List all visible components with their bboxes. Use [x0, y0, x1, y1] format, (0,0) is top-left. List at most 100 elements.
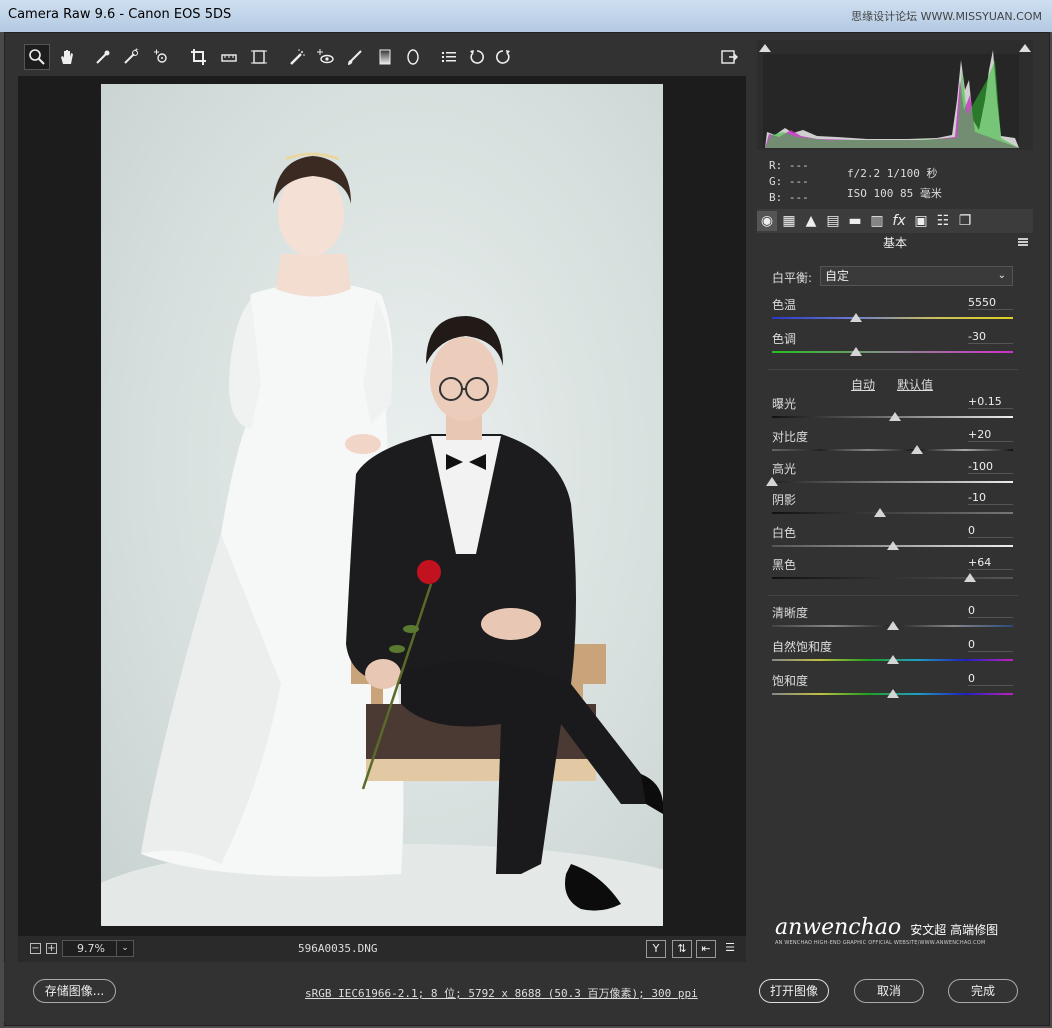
watermark: 思缘设计论坛 WWW.MISSYUAN.COM [851, 10, 1042, 23]
slider-value-input[interactable]: 5550 [968, 296, 1013, 310]
spot-removal-icon[interactable] [284, 44, 310, 70]
white-balance-select[interactable]: 自定 ⌄ [820, 266, 1013, 286]
iso-focal: ISO 100 85 毫米 [847, 187, 942, 200]
slider-value-input[interactable]: 0 [968, 638, 1013, 652]
rotate-left-icon[interactable] [464, 44, 490, 70]
slider-track[interactable] [772, 317, 1013, 319]
presets-tab-icon[interactable]: ☷ [933, 211, 953, 231]
copy-settings-icon[interactable]: ⇤ [696, 940, 716, 958]
slider-thumb[interactable] [886, 689, 899, 698]
radial-filter-icon[interactable] [400, 44, 426, 70]
color-sampler-icon[interactable]: + [118, 44, 144, 70]
brand-logo: anwenchao 安文超 高端修图 AN WENCHAO HIGH-END G… [775, 915, 1005, 949]
slider-thumb[interactable] [886, 541, 899, 550]
cancel-button[interactable]: 取消 [854, 979, 924, 1003]
slider-label: 色温 [772, 298, 797, 312]
rotate-right-icon[interactable] [490, 44, 516, 70]
g-readout: G: --- [769, 175, 809, 188]
brand-chinese: 安文超 高端修图 [910, 923, 999, 937]
slider-value-input[interactable]: -10 [968, 491, 1013, 505]
split-toning-tab-icon[interactable]: ▬ [845, 211, 865, 231]
hand-tool-icon[interactable] [54, 44, 80, 70]
brand-tagline: AN WENCHAO HIGH-END GRAPHIC OFFICIAL WEB… [775, 940, 986, 946]
b-readout: B: --- [769, 191, 809, 204]
slider-track[interactable] [772, 512, 1013, 514]
slider-track[interactable] [772, 449, 1013, 451]
auto-link[interactable]: 自动 [851, 376, 875, 393]
slider-value-input[interactable]: 0 [968, 672, 1013, 686]
detail-tab-icon[interactable]: ▲ [801, 211, 821, 231]
zoom-tool-icon[interactable] [24, 44, 50, 70]
panel-menu-icon[interactable] [1018, 238, 1028, 246]
photo-illustration [101, 152, 663, 926]
fullscreen-icon[interactable] [716, 44, 742, 70]
slider-label: 阴影 [772, 493, 797, 507]
red-eye-icon[interactable] [312, 44, 338, 70]
slider-label: 白色 [772, 526, 797, 540]
slider-label: 高光 [772, 462, 797, 476]
slider-track[interactable] [772, 351, 1013, 353]
status-bar: − + 9.7% ⌄ 596A0035.DNG Y ⇅ ⇤ ☰ [18, 936, 746, 962]
white-balance-label: 白平衡: [772, 271, 813, 285]
slider-value-input[interactable]: +20 [968, 428, 1013, 442]
preferences-list-icon[interactable] [436, 44, 462, 70]
slider-value-input[interactable]: -100 [968, 460, 1013, 474]
white-balance-icon[interactable] [90, 44, 116, 70]
slider-thumb[interactable] [850, 347, 863, 356]
basic-tab-icon[interactable]: ◉ [757, 211, 777, 231]
divider [768, 595, 1018, 596]
toggle-settings-icon[interactable]: ☰ [720, 940, 740, 958]
crop-icon[interactable] [186, 44, 212, 70]
zoom-level-value: 9.7% [77, 942, 105, 955]
slider-track[interactable] [772, 481, 1013, 483]
camera-calibration-tab-icon[interactable]: ▣ [911, 211, 931, 231]
slider-thumb[interactable] [886, 655, 899, 664]
slider-label: 饱和度 [772, 674, 809, 688]
before-after-view-button[interactable]: Y [646, 940, 666, 958]
save-image-button[interactable]: 存储图像... [33, 979, 116, 1003]
swap-settings-icon[interactable]: ⇅ [672, 940, 692, 958]
slider-label: 色调 [772, 332, 797, 346]
snapshots-tab-icon[interactable]: ❐ [955, 211, 975, 231]
slider-value-input[interactable]: 0 [968, 604, 1013, 618]
zoom-out-button[interactable]: − [30, 943, 41, 954]
lens-corrections-tab-icon[interactable]: ▥ [867, 211, 887, 231]
slider-thumb[interactable] [888, 412, 901, 421]
zoom-in-button[interactable]: + [46, 943, 57, 954]
slider-value-input[interactable]: -30 [968, 330, 1013, 344]
tone-curve-tab-icon[interactable]: ▦ [779, 211, 799, 231]
histogram [757, 40, 1033, 150]
hsl-tab-icon[interactable]: ▤ [823, 211, 843, 231]
preview-image[interactable] [101, 84, 663, 926]
open-image-button[interactable]: 打开图像 [759, 979, 829, 1003]
camera-info: R: --- G: --- B: --- f/2.2 1/100 秒 ISO 1… [757, 152, 1033, 208]
toolbar: + [18, 41, 746, 74]
zoom-level-select[interactable]: 9.7% ⌄ [62, 940, 134, 957]
slider-label: 曝光 [772, 397, 797, 411]
slider-thumb[interactable] [850, 313, 863, 322]
adjustment-brush-icon[interactable] [342, 44, 368, 70]
white-balance-value: 自定 [825, 269, 850, 283]
slider-thumb[interactable] [910, 445, 923, 454]
graduated-filter-icon[interactable] [372, 44, 398, 70]
workflow-options-link[interactable]: sRGB IEC61966-2.1; 8 位; 5792 x 8688 (50.… [305, 985, 698, 1001]
slider-thumb[interactable] [886, 621, 899, 630]
panel-tabs: ◉ ▦ ▲ ▤ ▬ ▥ fx ▣ ☷ ❐ [757, 209, 1033, 233]
effects-tab-icon[interactable]: fx [889, 211, 909, 231]
slider-value-input[interactable]: 0 [968, 524, 1013, 538]
slider-track[interactable] [772, 577, 1013, 579]
slider-thumb[interactable] [766, 477, 778, 486]
slider-value-input[interactable]: +0.15 [968, 395, 1013, 409]
transform-icon[interactable] [246, 44, 272, 70]
done-button[interactable]: 完成 [948, 979, 1018, 1003]
slider-thumb[interactable] [874, 508, 887, 517]
slider-thumb[interactable] [963, 573, 976, 582]
straighten-icon[interactable] [216, 44, 242, 70]
default-link[interactable]: 默认值 [897, 376, 933, 393]
title-bar: Camera Raw 9.6 - Canon EOS 5DS 思缘设计论坛 WW… [0, 0, 1052, 32]
chevron-down-icon: ⌄ [116, 941, 133, 956]
aperture-shutter: f/2.2 1/100 秒 [847, 167, 938, 180]
slider-value-input[interactable]: +64 [968, 556, 1013, 570]
targeted-adjustment-icon[interactable] [148, 44, 174, 70]
image-canvas[interactable] [18, 76, 746, 936]
